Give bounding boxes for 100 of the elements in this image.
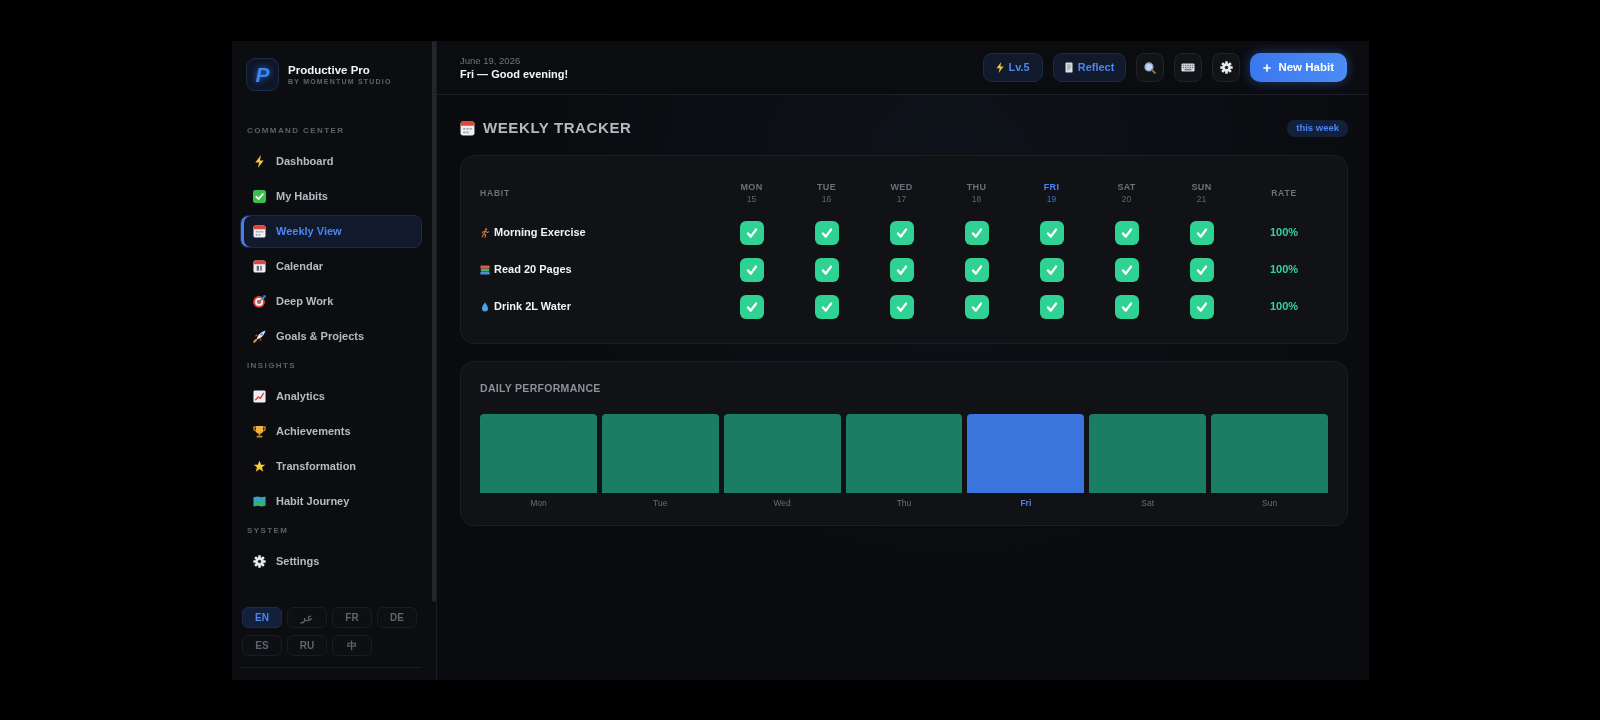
settings-icon — [253, 554, 266, 568]
day-date: 19 — [1046, 194, 1057, 204]
app-logo: P — [246, 58, 279, 91]
keyboard-button[interactable] — [1174, 53, 1203, 82]
column-heading: RATE — [1270, 186, 1298, 200]
running-person-icon — [480, 227, 490, 238]
card-title: DAILY PERFORMANCE — [480, 382, 602, 394]
bar-label: Mon — [530, 498, 547, 508]
day-date: 16 — [821, 194, 832, 204]
checkbox[interactable] — [1114, 220, 1139, 245]
calendar-icon — [253, 224, 266, 238]
rate-value: 100% — [1268, 299, 1300, 315]
rate-value: 100% — [1268, 225, 1300, 241]
nav-item[interactable]: Calendar — [240, 249, 422, 283]
checkbox[interactable] — [1114, 257, 1139, 282]
day-heading: THU — [966, 182, 987, 193]
page-title: WEEKLY TRACKER — [483, 118, 632, 138]
bolt-icon — [253, 154, 266, 168]
rocket-icon — [253, 329, 266, 343]
checkbox[interactable] — [1039, 220, 1064, 245]
trophy-icon — [253, 424, 266, 438]
habit-name: Read 20 Pages — [494, 262, 572, 278]
day-date: 20 — [1121, 194, 1132, 204]
habit-name: Drink 2L Water — [494, 299, 572, 315]
day-heading: SAT — [1117, 182, 1136, 193]
new-habit-button[interactable]: New Habit — [1250, 53, 1347, 82]
greeting-text: Fri — Good evening! — [460, 66, 569, 81]
line-chart-icon — [253, 389, 266, 403]
language-button[interactable]: FR — [332, 607, 372, 628]
nav-item[interactable]: Transformation — [240, 449, 422, 483]
language-button[interactable]: عر — [287, 607, 327, 628]
day-heading: FRI — [1043, 182, 1060, 193]
nav-item[interactable]: Habit Journey — [240, 484, 422, 518]
bar-label: Tue — [653, 498, 668, 508]
language-button[interactable]: EN — [242, 607, 282, 628]
checkbox[interactable] — [889, 220, 914, 245]
date-text: June 19, 2026 — [460, 54, 522, 67]
app-name: Productive Pro — [288, 62, 371, 77]
note-icon — [1064, 62, 1073, 73]
checkbox[interactable] — [739, 220, 764, 245]
day-date: 15 — [746, 194, 757, 204]
day-heading: SUN — [1191, 182, 1212, 193]
section-label: COMMAND CENTER — [246, 126, 346, 136]
keyboard-icon — [1181, 63, 1196, 72]
checkbox[interactable] — [1114, 294, 1139, 319]
checkbox[interactable] — [964, 294, 989, 319]
checkbox[interactable] — [964, 220, 989, 245]
checkbox[interactable] — [1189, 257, 1214, 282]
search-icon — [1144, 61, 1157, 74]
day-date: 17 — [896, 194, 907, 204]
period-badge: this week — [1287, 119, 1348, 137]
checkbox[interactable] — [1039, 294, 1064, 319]
checkbox[interactable] — [814, 220, 839, 245]
checkbox[interactable] — [964, 257, 989, 282]
checkbox[interactable] — [1189, 220, 1214, 245]
checkbox[interactable] — [1039, 257, 1064, 282]
search-button[interactable] — [1136, 53, 1165, 82]
nav-item[interactable]: Achievements — [240, 414, 422, 448]
nav-item[interactable]: Dashboard — [240, 144, 422, 178]
nav-item[interactable]: Weekly View — [240, 214, 422, 248]
droplet-icon — [480, 301, 490, 312]
nav-item[interactable]: Settings — [240, 544, 422, 578]
language-button[interactable]: RU — [287, 635, 327, 656]
bar-label: Thu — [896, 498, 912, 508]
checkbox[interactable] — [814, 294, 839, 319]
calendar-icon — [460, 120, 475, 136]
checkbox[interactable] — [739, 257, 764, 282]
day-date: 18 — [971, 194, 982, 204]
checkbox[interactable] — [889, 294, 914, 319]
star-icon — [253, 459, 266, 473]
day-date: 21 — [1196, 194, 1207, 204]
language-button[interactable]: ES — [242, 635, 282, 656]
nav-item[interactable]: Deep Work — [240, 284, 422, 318]
settings-button[interactable] — [1212, 53, 1241, 82]
level-button[interactable]: Lv.5 — [982, 53, 1043, 82]
checkbox-icon — [253, 189, 266, 203]
checkbox[interactable] — [739, 294, 764, 319]
habit-name: Morning Exercise — [494, 225, 586, 241]
checkbox[interactable] — [814, 257, 839, 282]
settings-icon — [1219, 61, 1233, 74]
day-heading: TUE — [817, 182, 836, 193]
bolt-icon — [995, 62, 1004, 73]
calendar-icon — [253, 259, 266, 273]
bar-label: Fri — [1020, 498, 1032, 508]
plus-icon — [1263, 63, 1272, 72]
nav-item[interactable]: Analytics — [240, 379, 422, 413]
language-button[interactable]: 中 — [332, 635, 372, 656]
books-icon — [480, 264, 490, 275]
bar-label: Sun — [1262, 498, 1278, 508]
section-label: SYSTEM — [246, 526, 290, 536]
language-button[interactable]: DE — [377, 607, 417, 628]
map-icon — [253, 494, 266, 508]
checkbox[interactable] — [889, 257, 914, 282]
checkbox[interactable] — [1189, 294, 1214, 319]
nav-item[interactable]: My Habits — [240, 179, 422, 213]
reflect-button[interactable]: Reflect — [1052, 53, 1127, 82]
day-heading: MON — [740, 182, 763, 193]
day-heading: WED — [890, 182, 913, 193]
target-icon — [253, 294, 266, 308]
nav-item[interactable]: Goals & Projects — [240, 319, 422, 353]
